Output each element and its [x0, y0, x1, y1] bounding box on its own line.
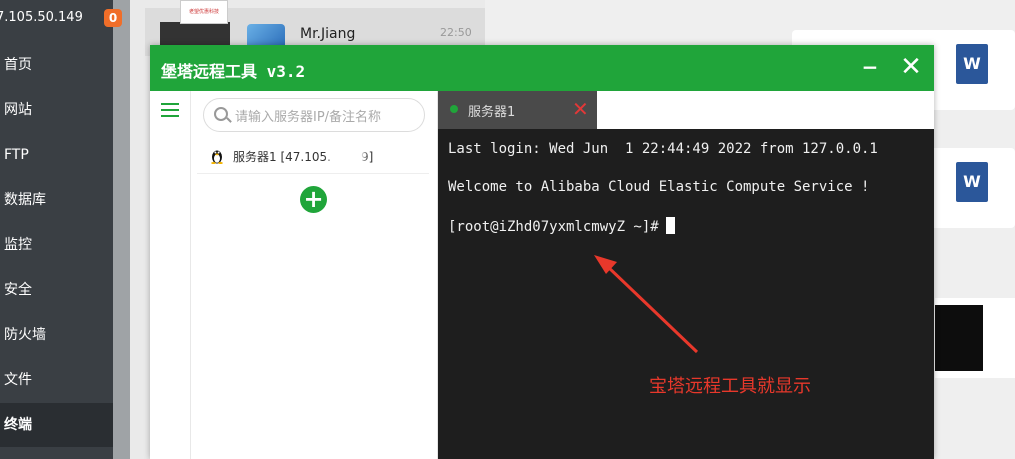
tool-menu-column	[150, 91, 191, 459]
nav-item-terminal[interactable]: 终端	[0, 403, 113, 447]
notification-badge[interactable]: 0	[104, 9, 122, 27]
server-list-item[interactable]: 服务器1 [47.105. 9]	[197, 139, 429, 174]
server-ip: 7.105.50.149	[0, 10, 83, 25]
tab-close-icon[interactable]: ✕	[572, 98, 589, 120]
sidebar-scrollbar[interactable]	[113, 0, 130, 459]
minimize-button[interactable]: −	[859, 55, 881, 79]
nav-item-security[interactable]: 安全	[0, 268, 113, 312]
connected-status-dot	[450, 105, 458, 113]
panel-sidebar: 7.105.50.149 首页 网站 FTP 数据库 监控 安全 防火墙 文件 …	[0, 0, 113, 459]
nav-item-firewall[interactable]: 防火墙	[0, 313, 113, 357]
terminal-line: Welcome to Alibaba Cloud Elastic Compute…	[448, 179, 870, 195]
terminal-line: Last login: Wed Jun 1 22:44:49 2022 from…	[448, 141, 878, 157]
word-doc-icon: W	[956, 44, 988, 84]
word-doc-icon: W	[956, 162, 988, 202]
nav-item-ftp[interactable]: FTP	[0, 133, 113, 177]
window-titlebar[interactable]: 堡塔远程工具 v3.2 − ✕	[150, 45, 934, 91]
close-button[interactable]: ✕	[899, 53, 923, 81]
tab-label: 服务器1	[468, 105, 516, 120]
terminal-cursor	[665, 217, 675, 234]
remote-tool-window: 堡塔远程工具 v3.2 − ✕ 请输入服务器IP/备注名称 服务器1 [47.1…	[150, 45, 934, 459]
nav-item-website[interactable]: 网站	[0, 88, 113, 132]
image-preview-dark	[935, 305, 983, 371]
add-server-button[interactable]: +	[300, 186, 327, 213]
terminal-output[interactable]: Last login: Wed Jun 1 22:44:49 2022 from…	[438, 129, 934, 459]
window-title: 堡塔远程工具 v3.2	[161, 62, 306, 81]
tab-server1[interactable]: 服务器1 ✕	[438, 91, 597, 129]
terminal-prompt: [root@iZhd07yxmlcmwyZ ~]#	[448, 217, 675, 235]
redacted-ip-blur	[329, 144, 365, 166]
server-search-input[interactable]: 请输入服务器IP/备注名称	[203, 98, 425, 132]
search-placeholder: 请输入服务器IP/备注名称	[235, 110, 382, 125]
contact-name: Mr.Jiang	[300, 26, 356, 42]
message-time: 22:50	[440, 26, 472, 39]
annotation-text: 宝塔远程工具就显示	[649, 376, 811, 397]
terminal-area: 服务器1 ✕ Last login: Wed Jun 1 22:44:49 20…	[438, 91, 934, 459]
search-icon	[214, 107, 228, 121]
nav-item-monitor[interactable]: 监控	[0, 223, 113, 267]
nav-item-database[interactable]: 数据库	[0, 178, 113, 222]
nav-item-home[interactable]: 首页	[0, 43, 113, 87]
thumbnail-logo: 老望优惠科技	[180, 0, 228, 24]
list-menu-icon[interactable]	[161, 103, 179, 117]
linux-penguin-icon	[211, 150, 223, 164]
nav-item-files[interactable]: 文件	[0, 358, 113, 402]
